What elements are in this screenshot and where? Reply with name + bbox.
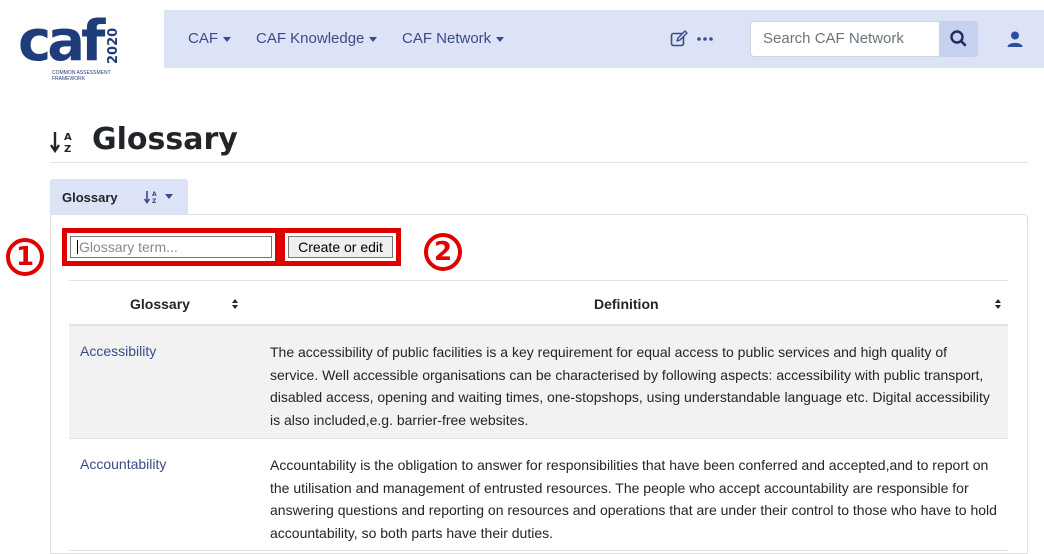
chevron-down-icon xyxy=(223,36,231,42)
caf-logo[interactable]: caf 2020 COMMON ASSESSMENT FRAMEWORK xyxy=(18,12,148,92)
search-button[interactable] xyxy=(940,21,978,57)
svg-text:Z: Z xyxy=(152,198,157,204)
annotation-badge-1: 1 xyxy=(6,238,44,276)
glossary-definition: The accessibility of public facilities i… xyxy=(270,344,990,428)
nav-menu-caf[interactable]: CAF xyxy=(188,30,231,47)
glossary-definition: Accountability is the obligation to answ… xyxy=(270,457,997,541)
tab-label: Glossary xyxy=(62,190,118,205)
search-icon xyxy=(950,30,967,47)
more-icon[interactable] xyxy=(696,28,714,46)
logo-subtitle: COMMON ASSESSMENT FRAMEWORK xyxy=(52,70,111,82)
chevron-down-icon xyxy=(369,36,378,42)
nav-menu-label: CAF xyxy=(188,30,218,47)
sort-icon[interactable] xyxy=(232,299,238,309)
sort-icon[interactable] xyxy=(995,299,1001,309)
nav-menu-label: CAF Network xyxy=(402,30,492,47)
user-icon[interactable] xyxy=(1006,30,1024,48)
logo-year: 2020 xyxy=(106,27,121,64)
page-title: Glossary xyxy=(92,122,238,157)
logo-wordmark: caf xyxy=(18,9,105,74)
tab-glossary[interactable]: Glossary A Z xyxy=(50,179,188,214)
divider xyxy=(50,162,1028,163)
table-row: Accountability Accountability is the obl… xyxy=(69,439,1008,551)
search-input[interactable]: Search CAF Network xyxy=(750,21,940,57)
nav-menu-caf-knowledge[interactable]: CAF Knowledge xyxy=(256,30,378,47)
table-header: Glossary Definition xyxy=(69,280,1008,326)
top-navbar: CAF CAF Knowledge CAF Network Search CAF… xyxy=(164,10,1044,68)
glossary-term-link[interactable]: Accessibility xyxy=(80,343,156,359)
highlight-box-1 xyxy=(62,228,280,266)
sort-alpha-icon: A Z xyxy=(50,130,80,156)
svg-text:A: A xyxy=(152,191,157,198)
nav-menu-caf-network[interactable]: CAF Network xyxy=(402,30,505,47)
column-header-glossary[interactable]: Glossary xyxy=(130,296,190,312)
highlight-box-2 xyxy=(280,228,401,266)
svg-text:Z: Z xyxy=(64,144,71,154)
glossary-term-link[interactable]: Accountability xyxy=(80,456,166,472)
table-row: Accessibility The accessibility of publi… xyxy=(69,326,1008,439)
chevron-down-icon xyxy=(496,36,505,42)
sort-alpha-icon: A Z xyxy=(144,191,157,204)
column-header-definition[interactable]: Definition xyxy=(594,296,659,312)
edit-icon[interactable] xyxy=(670,30,688,48)
annotation-badge-2: 2 xyxy=(424,233,462,271)
svg-text:A: A xyxy=(64,132,72,143)
nav-menu-label: CAF Knowledge xyxy=(256,30,365,47)
chevron-down-icon[interactable] xyxy=(165,194,173,199)
